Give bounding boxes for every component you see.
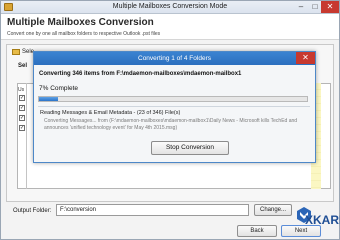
output-folder-label: Output Folder: (13, 208, 52, 214)
section-label: Sel (18, 63, 28, 69)
window-titlebar: Multiple Mailboxes Conversion Mode – □ ✕ (1, 1, 339, 14)
main-window: Multiple Mailboxes Conversion Mode – □ ✕… (0, 0, 340, 240)
conversion-dialog: Converting 1 of 4 Folders ✕ Converting 3… (33, 51, 316, 163)
mailbox-checkbox[interactable]: ✓ (19, 125, 25, 131)
page-subtitle: Convert one by one all mailbox folders t… (7, 31, 161, 37)
window-title: Multiple Mailboxes Conversion Mode (112, 3, 228, 10)
stop-conversion-button[interactable]: Stop Conversion (151, 141, 229, 155)
mailbox-checkbox[interactable]: ✓ (19, 105, 25, 111)
percent-complete: 7% Complete (39, 85, 79, 92)
folder-icon (12, 49, 20, 55)
page-title: Multiple Mailboxes Conversion (7, 17, 154, 28)
back-button[interactable]: Back (237, 225, 277, 237)
divider (38, 106, 310, 107)
mailbox-checkbox[interactable]: ✓ (19, 115, 25, 121)
output-folder-field[interactable]: F:\conversion (56, 204, 249, 216)
header: Multiple Mailboxes Conversion Convert on… (1, 14, 339, 40)
change-button[interactable]: Change... (254, 204, 292, 216)
current-item-detail: Converting Messages... from (F:\mdaemon-… (44, 118, 298, 131)
list-header: Us (18, 87, 25, 93)
dialog-title: Converting 1 of 4 Folders (138, 55, 211, 62)
progress-bar (38, 96, 308, 102)
reading-status: Reading Messages & Email Metadata - (23 … (40, 110, 181, 116)
close-icon[interactable]: ✕ (321, 1, 339, 13)
progress-fill (39, 97, 58, 101)
logo-text: XKARE (305, 213, 340, 227)
dialog-titlebar: Converting 1 of 4 Folders ✕ (34, 52, 315, 65)
dialog-close-icon[interactable]: ✕ (296, 52, 315, 64)
mailbox-checkbox[interactable]: ✓ (19, 95, 25, 101)
converting-status: Converting 346 items from F:\mdaemon-mai… (39, 71, 242, 77)
